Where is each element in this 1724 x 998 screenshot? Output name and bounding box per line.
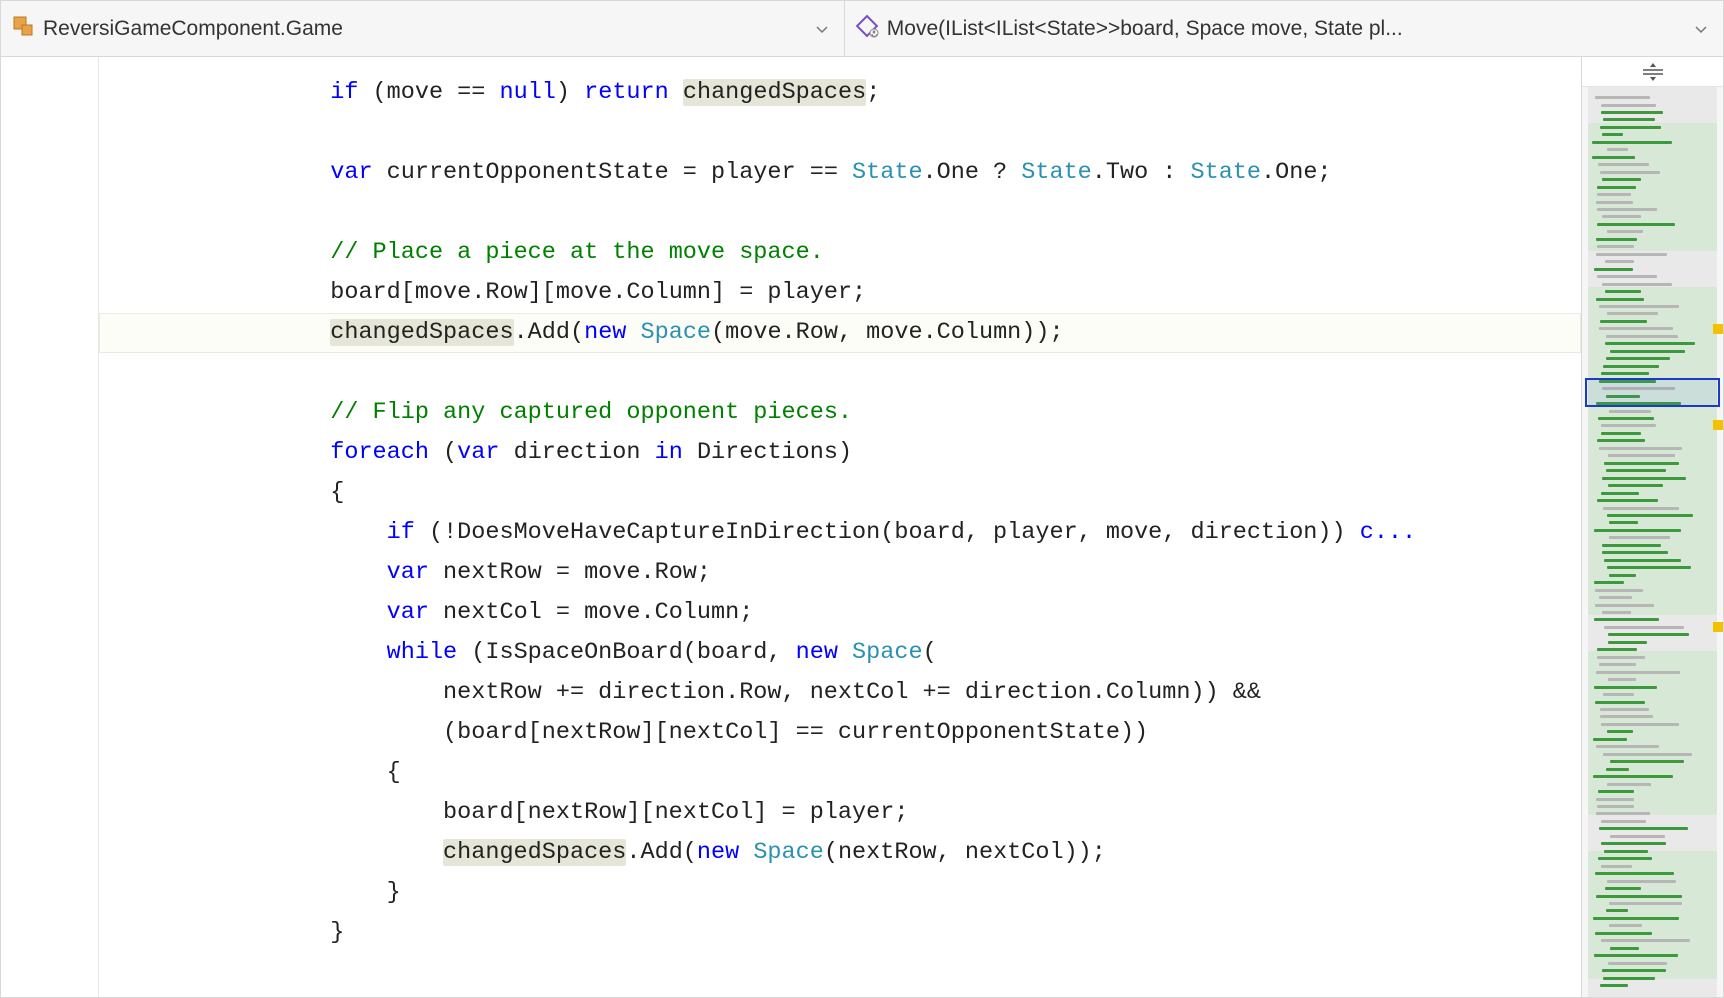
code-line[interactable]: if (!DoesMoveHaveCaptureInDirection(boar… [161, 513, 1573, 553]
code-line[interactable]: board[move.Row][move.Column] = player; [161, 273, 1573, 313]
code-text[interactable]: if (move == null) return changedSpaces; … [99, 57, 1581, 969]
code-area[interactable]: if (move == null) return changedSpaces; … [99, 57, 1581, 997]
method-icon [855, 14, 879, 44]
code-line[interactable]: } [161, 873, 1573, 913]
member-navigator[interactable]: Move(IList<IList<State>>board, Space mov… [845, 1, 1723, 56]
overview-mark[interactable] [1713, 420, 1723, 430]
class-icon [11, 14, 35, 44]
minimap-region [1588, 979, 1717, 997]
code-line[interactable]: { [161, 473, 1573, 513]
overview-mark[interactable] [1713, 324, 1723, 334]
gutter[interactable] [1, 57, 99, 997]
code-line[interactable] [161, 193, 1573, 233]
code-editor: ReversiGameComponent.Game Move(IList<ILi… [0, 0, 1724, 998]
code-line[interactable]: changedSpaces.Add(new Space(nextRow, nex… [161, 833, 1573, 873]
code-line[interactable]: foreach (var direction in Directions) [161, 433, 1573, 473]
editor-body: if (move == null) return changedSpaces; … [1, 57, 1723, 997]
code-line[interactable]: while (IsSpaceOnBoard(board, new Space( [161, 633, 1573, 673]
code-line[interactable]: var currentOpponentState = player == Sta… [161, 153, 1573, 193]
code-line[interactable]: var nextRow = move.Row; [161, 553, 1573, 593]
type-navigator-label: ReversiGameComponent.Game [43, 17, 802, 41]
member-navigator-label: Move(IList<IList<State>>board, Space mov… [887, 17, 1681, 41]
code-line[interactable]: var nextCol = move.Column; [161, 593, 1573, 633]
code-line[interactable]: nextRow += direction.Row, nextCol += dir… [161, 673, 1573, 713]
code-line[interactable]: } [161, 913, 1573, 953]
minimap-viewport[interactable] [1585, 378, 1720, 407]
code-line[interactable]: // Place a piece at the move space. [161, 233, 1573, 273]
code-line[interactable]: board[nextRow][nextCol] = player; [161, 793, 1573, 833]
split-handle-icon[interactable] [1582, 57, 1723, 87]
type-navigator[interactable]: ReversiGameComponent.Game [1, 1, 845, 56]
code-line[interactable] [161, 113, 1573, 153]
code-line[interactable]: if (move == null) return changedSpaces; [161, 73, 1573, 113]
code-line[interactable] [161, 353, 1573, 393]
dropdown-icon[interactable] [810, 22, 834, 36]
code-line[interactable]: (board[nextRow][nextCol] == currentOppon… [161, 713, 1573, 753]
code-line[interactable]: // Flip any captured opponent pieces. [161, 393, 1573, 433]
code-line[interactable]: changedSpaces.Add(new Space(move.Row, mo… [99, 313, 1581, 353]
overview-ruler[interactable] [1581, 57, 1723, 997]
navigation-bar: ReversiGameComponent.Game Move(IList<ILi… [1, 1, 1723, 57]
code-line[interactable]: { [161, 753, 1573, 793]
minimap-region [1588, 851, 1717, 978]
dropdown-icon[interactable] [1689, 22, 1713, 36]
overview-mark[interactable] [1713, 622, 1723, 632]
minimap[interactable] [1582, 87, 1723, 997]
